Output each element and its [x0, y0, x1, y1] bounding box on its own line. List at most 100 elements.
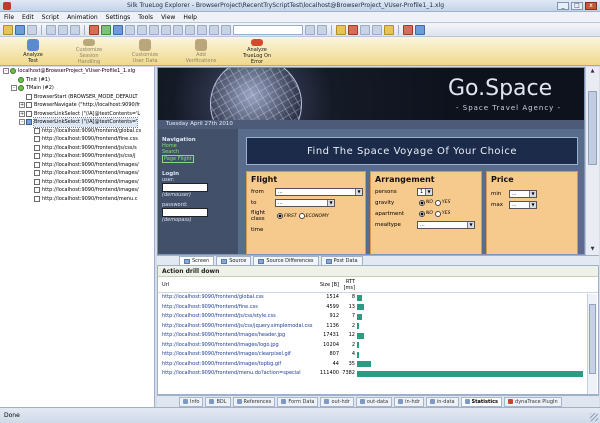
drill-url-link[interactable]: http://localhost:9090/frontend/images/to… [158, 360, 313, 370]
print-icon[interactable] [27, 24, 37, 35]
view-tab-source-differences[interactable]: Source Differences [253, 256, 319, 265]
tree-node[interactable]: http://localhost:9090/frontend/images/ [0, 169, 154, 178]
view-tab-screen[interactable]: Screen [179, 256, 215, 265]
close-button[interactable]: x [585, 1, 597, 10]
tree-node[interactable]: http://localhost:9090/frontend/images/ [0, 161, 154, 170]
tree-node[interactable]: BrowserStart (BROWSER_MODE_DEFAULT [0, 93, 154, 102]
tree-node[interactable]: + BrowserLinkSelect ("//A[@textContents='… [0, 110, 154, 119]
settings-icon[interactable] [221, 24, 231, 35]
minimize-button[interactable]: _ [557, 1, 569, 10]
table-row[interactable]: http://localhost:9090/frontend/images/cl… [158, 350, 598, 360]
tree-node[interactable]: http://localhost:9090/frontend/global.cs [0, 127, 154, 136]
drill-url-link[interactable]: http://localhost:9090/frontend/images/cl… [158, 350, 313, 360]
help-icon[interactable] [415, 24, 425, 35]
tree-node[interactable]: - localhost@BrowserProject_VUser-Profile1… [0, 67, 154, 76]
mealtype-select[interactable]: ... ▼ [417, 220, 475, 229]
view-tab-post-data[interactable]: Post Data [320, 256, 363, 265]
table-row[interactable]: http://localhost:9090/frontend/js/css/jq… [158, 322, 598, 332]
table-row[interactable]: http://localhost:9090/frontend/images/lo… [158, 341, 598, 351]
drill-url-link[interactable]: http://localhost:9090/frontend/images/lo… [158, 341, 313, 351]
record-icon[interactable] [89, 24, 99, 35]
col-size-header[interactable]: Size [B] [313, 277, 339, 292]
paste-icon[interactable] [70, 24, 80, 35]
persons-select[interactable]: 1 ▼ [417, 187, 433, 196]
star-icon[interactable] [384, 24, 394, 35]
ribbon-button-2[interactable]: Customize User Data [124, 37, 166, 65]
bottom-tab-references[interactable]: References [232, 396, 276, 407]
bottom-tab-in-hdr[interactable]: in-hdr [394, 396, 424, 407]
step-icon[interactable] [113, 24, 123, 35]
ribbon-button-0[interactable]: Analyze Test [12, 37, 54, 65]
bookmark-icon[interactable] [197, 24, 207, 35]
flag-icon[interactable] [403, 24, 413, 35]
menu-settings[interactable]: Settings [106, 14, 131, 21]
tree-node[interactable]: http://localhost:9090/frontend/js/css/s [0, 144, 154, 153]
cut-icon[interactable] [46, 24, 56, 35]
ribbon-button-3[interactable]: Add Verifications [180, 37, 222, 65]
drill-url-link[interactable]: http://localhost:9090/frontend/images/he… [158, 331, 313, 341]
bottom-tab-dynatrace-plugin[interactable]: dynaTrace PlugIn [504, 396, 562, 407]
zoom-icon[interactable] [305, 24, 315, 35]
drill-scrollbar[interactable] [587, 294, 597, 394]
table-row[interactable]: http://localhost:9090/frontend/fine.css 4… [158, 303, 598, 313]
ribbon-button-4[interactable]: Analyze TrueLog On Error [236, 37, 278, 65]
scroll-down-icon[interactable]: ▼ [588, 246, 597, 254]
min-select[interactable]: ... ▼ [509, 189, 537, 198]
tree-node[interactable]: http://localhost:9090/frontend/images/ [0, 186, 154, 195]
scrollbar-thumb[interactable] [588, 91, 597, 165]
table-row[interactable]: http://localhost:9090/frontend/images/to… [158, 360, 598, 370]
copy-icon[interactable] [58, 24, 68, 35]
refresh-icon[interactable] [173, 24, 183, 35]
gravity-yes-radio[interactable] [434, 199, 441, 206]
scroll-up-icon[interactable]: ▲ [588, 68, 597, 76]
stop-icon[interactable] [125, 24, 135, 35]
toolbar-combo[interactable] [233, 24, 303, 35]
drill-url-link[interactable]: http://localhost:9090/frontend/js/css/jq… [158, 322, 313, 332]
view-tab-source[interactable]: Source [216, 256, 252, 265]
col-url-header[interactable]: Url [158, 277, 313, 292]
save-icon[interactable] [15, 24, 25, 35]
open-folder-icon[interactable] [3, 24, 13, 35]
back-icon[interactable] [149, 24, 159, 35]
col-rtt-header[interactable]: RTT [ms] [339, 277, 355, 292]
tree-node[interactable]: http://localhost:9090/frontend/js/css/j [0, 152, 154, 161]
tree-node-expander[interactable]: + [19, 110, 25, 117]
tree-node[interactable]: + BrowserNavigate ("http://localhost:9090… [0, 101, 154, 110]
max-select[interactable]: ... ▼ [509, 200, 537, 209]
menu-view[interactable]: View [161, 14, 175, 21]
tree-node[interactable]: http://localhost:9090/frontend/fine.css [0, 135, 154, 144]
nav-link-page-flight[interactable]: Page Flight [162, 155, 194, 163]
drill-scrollbar-thumb[interactable] [589, 304, 596, 374]
gravity-no-radio[interactable] [419, 199, 425, 206]
bottom-tab-out-data[interactable]: out-data [355, 396, 393, 407]
forward-icon[interactable] [161, 24, 171, 35]
error-icon[interactable] [348, 24, 358, 35]
play-icon[interactable] [101, 24, 111, 35]
tree-node[interactable]: TInit (#1) [0, 76, 154, 85]
history-icon[interactable] [209, 24, 219, 35]
menu-animation[interactable]: Animation [67, 14, 98, 21]
table-row[interactable]: http://localhost:9090/frontend/js/css/st… [158, 312, 598, 322]
menu-tools[interactable]: Tools [138, 14, 153, 21]
tree-node[interactable]: - BrowserLinkSelect ("//A[@textContents=' [0, 117, 154, 128]
home-icon[interactable] [185, 24, 195, 35]
table-row[interactable]: http://localhost:9090/frontend/global.cs… [158, 293, 598, 303]
tree-node-expander[interactable]: - [19, 119, 25, 126]
tree-node-expander[interactable]: - [11, 85, 17, 92]
economy-radio[interactable] [298, 213, 305, 219]
from-select[interactable]: ... ▼ [275, 187, 363, 196]
maximize-button[interactable]: □ [571, 1, 583, 10]
apartment-yes-radio[interactable] [434, 210, 441, 217]
drill-url-link[interactable]: http://localhost:9090/frontend/global.cs… [158, 293, 313, 303]
layout-icon[interactable] [317, 24, 327, 35]
drill-url-link[interactable]: http://localhost:9090/frontend/fine.css [158, 303, 313, 313]
menu-file[interactable]: File [4, 14, 14, 21]
tree-node[interactable]: http://localhost:9090/frontend/images/ [0, 178, 154, 187]
drill-url-link[interactable]: http://localhost:9090/frontend/js/css/st… [158, 312, 313, 322]
to-select[interactable]: ... ▼ [275, 198, 335, 207]
drill-url-link[interactable]: http://localhost:9090/frontend/menu.do?a… [158, 369, 313, 379]
bottom-tab-form-data[interactable]: Form Data [277, 396, 319, 407]
window-icon[interactable] [360, 24, 370, 35]
menu-edit[interactable]: Edit [22, 14, 34, 21]
tree-node[interactable]: - TMain (#2) [0, 84, 154, 93]
